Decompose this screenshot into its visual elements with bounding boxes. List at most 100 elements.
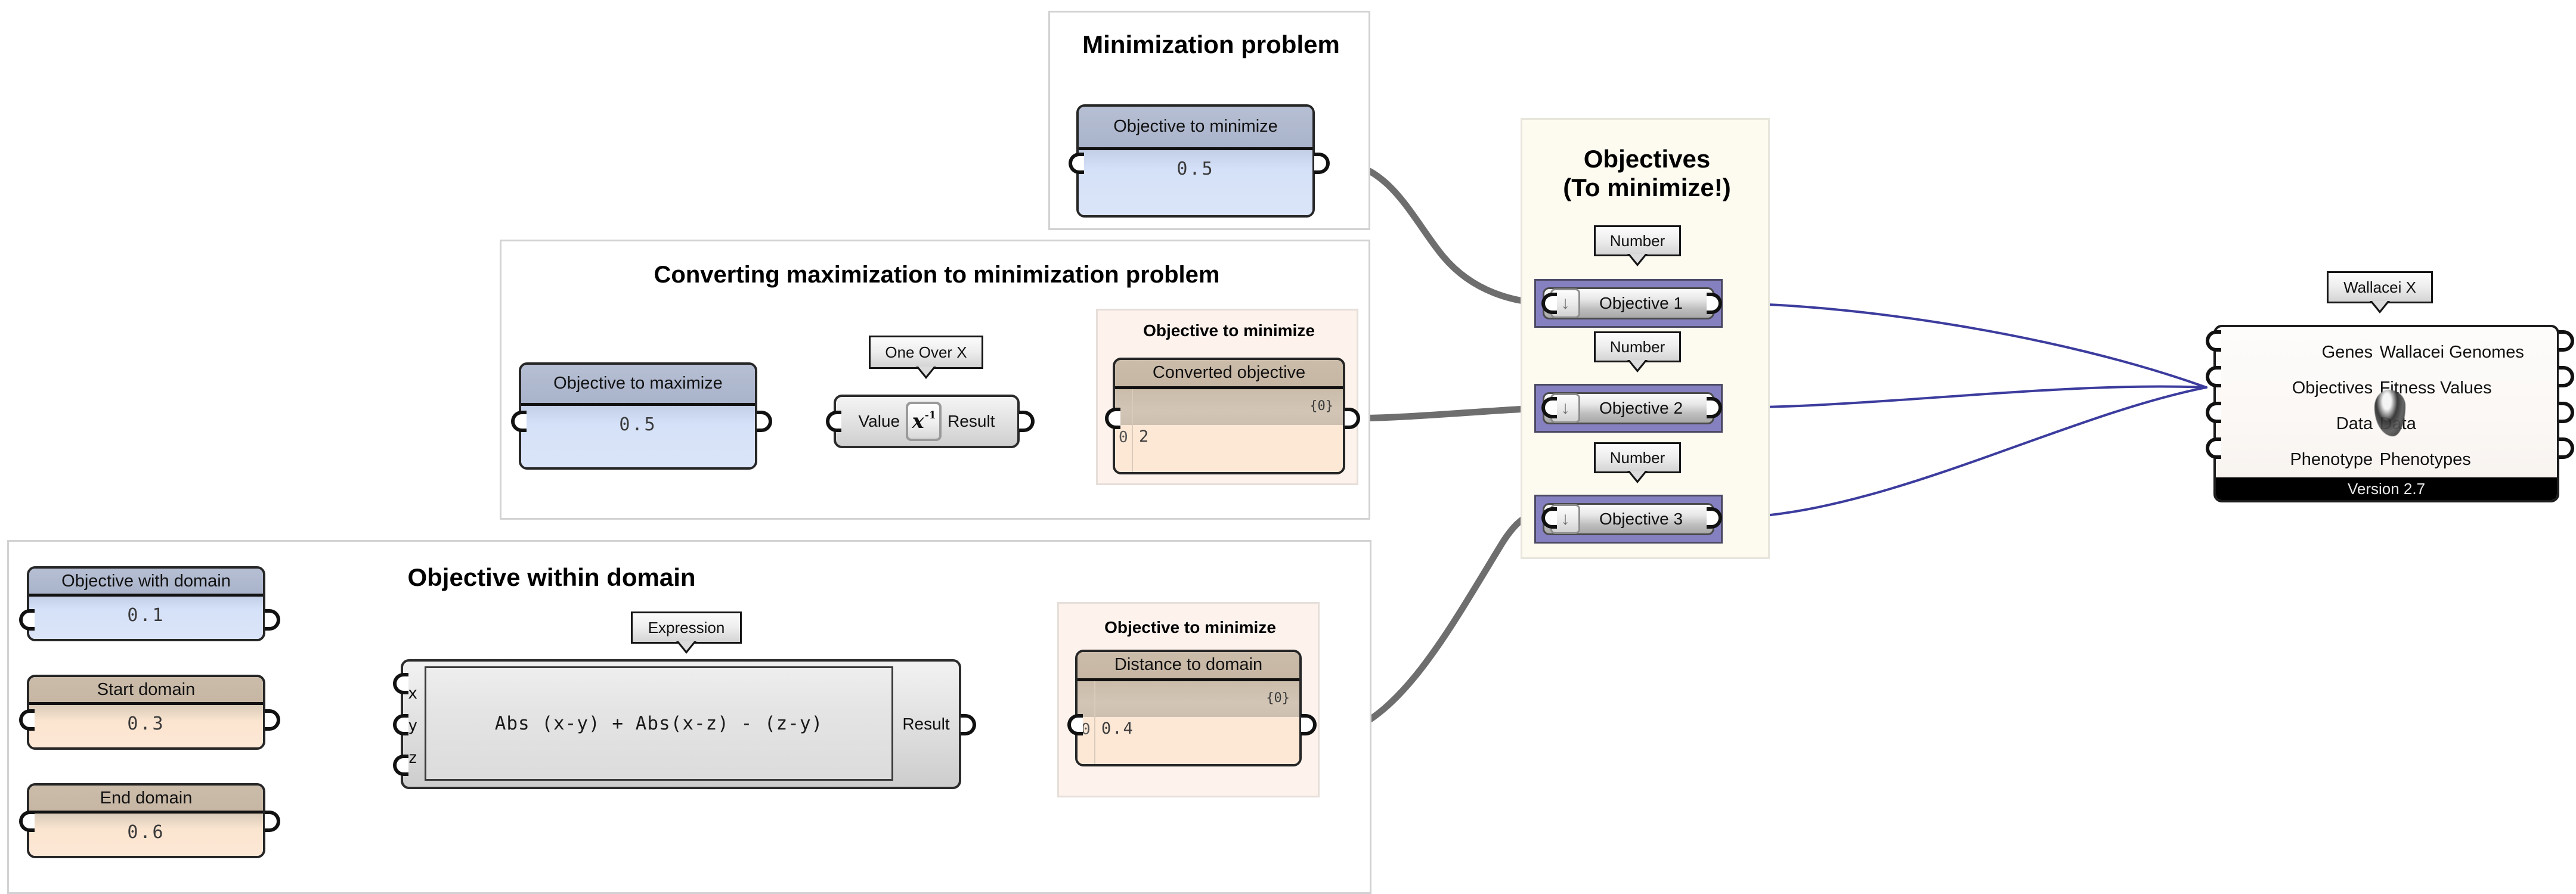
wire-obj1-to-wallacei bbox=[1721, 302, 2207, 389]
component-objective-1-inner[interactable]: ↓ Objective 1 bbox=[1543, 287, 1714, 319]
balloon-tail-icon bbox=[676, 641, 696, 654]
group-distance-inner-title: Objective to minimize bbox=[1104, 618, 1276, 637]
nickname-balloon-wallacei-x: Wallacei X bbox=[2327, 271, 2433, 313]
group-converting-title: Converting maximization to minimization … bbox=[654, 262, 1220, 288]
wallacei-input-label-objectives: Objectives bbox=[2292, 378, 2373, 398]
slider-objective-to-maximize-label: Objective to maximize bbox=[521, 365, 755, 406]
panel-distance-to-domain-row-value: 0.4 bbox=[1101, 719, 1134, 738]
port-in-genes[interactable] bbox=[2206, 330, 2221, 352]
panel-distance-to-domain-path: {0} bbox=[1266, 690, 1290, 706]
nickname-balloon-number-1: Number bbox=[1594, 225, 1681, 266]
nickname-wallacei-x: Wallacei X bbox=[2343, 278, 2416, 296]
balloon-tail-icon bbox=[1627, 360, 1648, 372]
wallacei-x-port-columns: Genes Objectives Data Phenotype Wallacei… bbox=[2216, 327, 2557, 477]
panel-converted-objective[interactable]: Converted objective {0} 0 2 bbox=[1113, 358, 1345, 474]
balloon-tail-icon bbox=[2370, 301, 2390, 313]
x-inverse-icon-base: x bbox=[912, 409, 924, 433]
panel-distance-to-domain-label: Distance to domain bbox=[1078, 652, 1299, 681]
panel-distance-to-domain[interactable]: Distance to domain {0} 0 0.4 bbox=[1075, 650, 1302, 766]
wallacei-output-label-fitness: Fitness Values bbox=[2379, 378, 2492, 398]
balloon-tail-icon bbox=[1627, 471, 1648, 483]
nickname-balloon-number-2: Number bbox=[1594, 331, 1681, 372]
port-out-data[interactable] bbox=[2559, 402, 2574, 423]
slider-start-domain-value[interactable]: 0.3 bbox=[29, 705, 263, 747]
expression-input-y: y bbox=[408, 716, 418, 735]
slider-objective-with-domain-label: Objective with domain bbox=[29, 569, 263, 597]
one-over-x-input-label: Value bbox=[858, 412, 900, 430]
panel-converted-objective-body[interactable]: {0} 0 2 bbox=[1115, 389, 1343, 472]
wallacei-output-label-genomes: Wallacei Genomes bbox=[2379, 343, 2524, 362]
group-minimization-title: Minimization problem bbox=[1082, 30, 1340, 58]
panel-converted-objective-path: {0} bbox=[1309, 398, 1333, 414]
component-objective-2[interactable]: ↓ Objective 2 bbox=[1534, 384, 1723, 433]
component-objective-1-label: Objective 1 bbox=[1599, 294, 1683, 312]
slider-objective-to-minimize[interactable]: Objective to minimize 0.5 bbox=[1076, 104, 1315, 218]
panel-converted-objective-label: Converted objective bbox=[1115, 360, 1343, 389]
nickname-balloon-number-3: Number bbox=[1594, 442, 1681, 483]
panel-converted-objective-gutter bbox=[1132, 389, 1133, 472]
port-out-fitness-values[interactable] bbox=[2559, 366, 2574, 387]
nickname-expression: Expression bbox=[648, 618, 725, 637]
wire-obj3-to-wallacei bbox=[1721, 386, 2207, 519]
port-in-objectives[interactable] bbox=[2206, 366, 2221, 387]
port-out-wallacei-genomes[interactable] bbox=[2559, 330, 2574, 352]
expression-input-x: x bbox=[408, 684, 418, 703]
port-out-phenotypes[interactable] bbox=[2559, 437, 2574, 459]
slider-objective-to-minimize-value[interactable]: 0.5 bbox=[1079, 150, 1312, 215]
wallacei-output-label-data: Data bbox=[2380, 414, 2557, 434]
slider-objective-with-domain-value[interactable]: 0.1 bbox=[29, 597, 263, 639]
nickname-balloon-expression: Expression bbox=[631, 611, 742, 654]
panel-distance-to-domain-gutter bbox=[1094, 681, 1095, 764]
component-one-over-x[interactable]: Value x -1 Result bbox=[834, 395, 1020, 448]
slider-end-domain-label: End domain bbox=[29, 786, 263, 814]
slider-objective-to-minimize-label: Objective to minimize bbox=[1079, 107, 1312, 150]
wallacei-input-label-data: Data bbox=[2336, 414, 2373, 433]
group-within-domain-title: Objective within domain bbox=[407, 563, 696, 591]
group-objectives-title-line2: (To minimize!) bbox=[1563, 173, 1731, 201]
slider-objective-with-domain[interactable]: Objective with domain 0.1 bbox=[27, 566, 265, 641]
wire-converted-to-obj2 bbox=[1341, 404, 1553, 422]
component-expression[interactable]: x y z Abs (x-y) + Abs(x-z) - (z-y) Resul… bbox=[401, 659, 961, 789]
wallacei-input-label-phenotype: Phenotype bbox=[2290, 450, 2373, 469]
nickname-balloon-one-over-x: One Over X bbox=[869, 336, 983, 379]
panel-converted-objective-row-value: 2 bbox=[1139, 427, 1150, 446]
panel-distance-to-domain-body[interactable]: {0} 0 0.4 bbox=[1078, 681, 1299, 764]
wallacei-version-label: Version 2.7 bbox=[2216, 477, 2557, 500]
component-objective-3-inner[interactable]: ↓ Objective 3 bbox=[1543, 503, 1714, 535]
component-objective-3[interactable]: ↓ Objective 3 bbox=[1534, 495, 1723, 544]
slider-end-domain[interactable]: End domain 0.6 bbox=[27, 783, 265, 858]
nickname-number-2: Number bbox=[1609, 337, 1665, 356]
wallacei-input-label-genes: Genes bbox=[2321, 343, 2373, 362]
slider-objective-to-maximize-value[interactable]: 0.5 bbox=[521, 405, 755, 467]
x-inverse-icon-exponent: -1 bbox=[924, 409, 936, 421]
slider-objective-to-maximize[interactable]: Objective to maximize 0.5 bbox=[519, 362, 757, 470]
component-objective-3-label: Objective 3 bbox=[1599, 510, 1683, 528]
slider-end-domain-value[interactable]: 0.6 bbox=[29, 814, 263, 856]
balloon-tail-icon bbox=[916, 367, 936, 379]
grasshopper-canvas: Minimization problem Objective to minimi… bbox=[0, 0, 2576, 894]
wire-obj2-to-wallacei bbox=[1721, 385, 2207, 409]
panel-converted-objective-row-index: 0 bbox=[1119, 428, 1128, 446]
x-inverse-icon: x -1 bbox=[906, 402, 942, 441]
nickname-number-3: Number bbox=[1609, 448, 1665, 467]
expression-output-label: Result bbox=[902, 715, 950, 733]
nickname-one-over-x: One Over X bbox=[885, 343, 967, 361]
one-over-x-output-label: Result bbox=[948, 412, 995, 430]
balloon-tail-icon bbox=[1627, 254, 1648, 266]
component-wallacei-x[interactable]: Genes Objectives Data Phenotype Wallacei… bbox=[2213, 325, 2559, 502]
port-in-phenotype[interactable] bbox=[2206, 437, 2221, 459]
nickname-number-1: Number bbox=[1609, 231, 1665, 250]
expression-formula-field[interactable]: Abs (x-y) + Abs(x-z) - (z-y) bbox=[425, 666, 893, 781]
wire-distance-to-obj3 bbox=[1343, 511, 1553, 735]
group-converted-inner-title: Objective to minimize bbox=[1143, 321, 1315, 340]
slider-start-domain-label: Start domain bbox=[29, 677, 263, 706]
component-objective-1[interactable]: ↓ Objective 1 bbox=[1534, 279, 1723, 328]
port-in-data[interactable] bbox=[2206, 402, 2221, 423]
component-objective-2-label: Objective 2 bbox=[1599, 399, 1683, 417]
component-objective-2-inner[interactable]: ↓ Objective 2 bbox=[1543, 392, 1714, 424]
group-objectives-title-line1: Objectives bbox=[1583, 145, 1711, 173]
expression-input-z: z bbox=[408, 749, 418, 767]
slider-start-domain[interactable]: Start domain 0.3 bbox=[27, 675, 265, 750]
wallacei-output-label-phenotypes: Phenotypes bbox=[2379, 450, 2471, 469]
panel-converted-objective-shade bbox=[1115, 389, 1343, 425]
